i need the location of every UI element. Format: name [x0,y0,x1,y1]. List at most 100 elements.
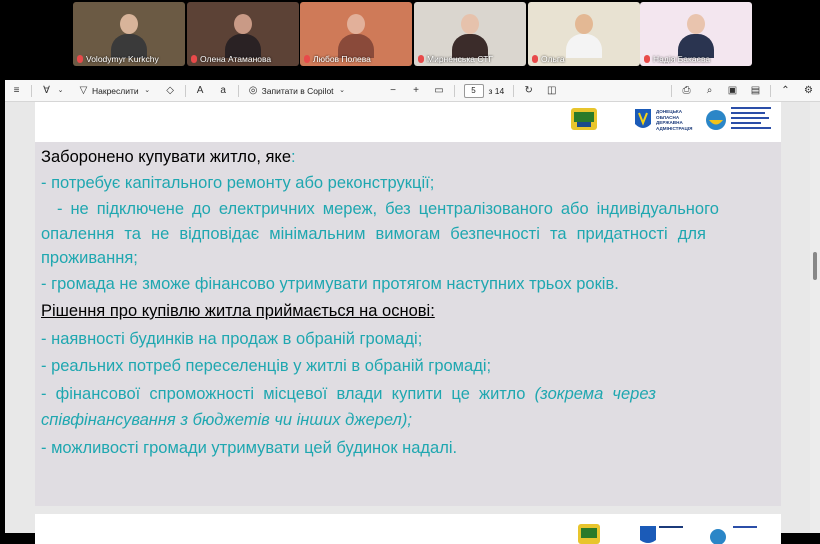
find-icon: ⌕ [706,85,713,96]
participant-head [575,14,593,34]
ukraine-trident-icon [635,109,651,128]
toolbar-divider [237,84,239,97]
donetsk-coat-of-arms-icon [571,108,597,130]
collapse-button[interactable]: ⌃ [774,80,797,102]
draw-button[interactable]: ▽ Накреслити ⌄ [72,80,159,102]
fit-page-icon: ▭ [434,85,444,96]
mic-muted-icon [191,55,197,63]
plus-icon: + [413,85,419,96]
participant-tile[interactable]: Любов Полева [300,2,412,66]
participant-name: Любов Полева [304,54,410,64]
mic-muted-icon [304,55,310,63]
gear-icon: ⚙ [804,85,813,96]
page-navigator: 5 з 14 [458,80,511,102]
participant-video [111,10,147,58]
donetsk-coat-of-arms-icon [578,524,600,544]
zoom-out-button[interactable]: − [382,80,405,102]
participant-video [338,10,374,58]
toolbar-divider [770,84,771,97]
participant-name-label: Олена Атаманова [200,54,272,64]
scrollbar-thumb[interactable] [813,252,817,280]
chevron-icon: ⌃ [781,85,790,96]
slide-content: Заборонено купувати житло, яке: - потреб… [35,142,781,506]
ukraine-trident-icon [640,526,656,543]
fit-page-button[interactable]: ▭ [428,80,451,102]
save-as-button[interactable]: ▤ [744,80,767,102]
pdf-page: ДОНЕЦЬКА ОБЛАСНА ДЕРЖАВНА АДМІНІСТРАЦІЯ … [35,102,781,506]
toolbar-divider [31,84,32,97]
participant-tile[interactable]: Volodymyr Kurkchy [73,2,185,66]
page-view-icon: ◫ [547,85,557,96]
text-size-button[interactable]: A [189,80,212,102]
participant-tile[interactable]: Надія Бакаєва [640,2,752,66]
scrollbar[interactable] [810,102,820,533]
save-icon: ▣ [727,85,738,96]
forbidden-item: - не підключене до електричних мереж, бе… [41,200,719,218]
social-dept-logo-icon [710,529,726,544]
minus-icon: − [390,85,396,96]
decision-item: - фінансової спроможності місцевої влади… [41,385,656,404]
participant-tile[interactable]: Мирненська СТГ [414,2,526,66]
forbidden-item: проживання; [41,249,138,267]
heading-forbidden-colon: : [291,148,296,166]
social-dept-name-line [733,526,757,528]
page-total: з 14 [488,85,505,96]
print-icon: ⎙ [682,85,691,96]
decision-item-italic: (зокрема через [534,385,656,403]
participant-video [225,10,261,58]
participant-tile[interactable]: Ольга [528,2,640,66]
text-size-icon: A [196,85,204,96]
participant-name-label: Ольга [541,54,565,64]
participant-name-label: Volodymyr Kurkchy [86,54,159,64]
draw-label: Накреслити [92,85,139,96]
social-dept-name [731,107,775,133]
hamburger-icon: ≡ [13,85,20,96]
forbidden-item: - потребує капітального ремонту або реко… [41,174,435,192]
save-button[interactable]: ▣ [721,80,744,102]
eraser-button[interactable]: ◇ [159,80,182,102]
highlight-icon: ∀ [43,85,50,96]
menu-button[interactable]: ≡ [5,80,28,102]
pdf-next-page [35,514,781,544]
chevron-down-icon: ⌄ [57,87,64,94]
administration-name: ДОНЕЦЬКА ОБЛАСНА ДЕРЖАВНА АДМІНІСТРАЦІЯ [656,109,693,131]
participant-name-label: Мирненська СТГ [427,54,493,64]
participant-video [452,10,488,58]
settings-button[interactable]: ⚙ [797,80,820,102]
administration-name-line [659,526,683,528]
participant-head [120,14,138,34]
read-aloud-button[interactable]: a [212,80,235,102]
decision-item: - реальних потреб переселенців у житлі в… [41,357,492,375]
toolbar-divider [453,84,455,97]
print-button[interactable]: ⎙ [675,80,698,102]
video-participants-strip: Volodymyr Kurkchy Олена Атаманова Любов По… [0,0,820,78]
decision-item: - наявності будинків на продаж в обраній… [41,330,423,348]
participant-head [687,14,705,34]
copilot-button[interactable]: ◎ Запитати в Copilot ⌄ [242,80,354,102]
slide-header: ДОНЕЦЬКА ОБЛАСНА ДЕРЖАВНА АДМІНІСТРАЦІЯ [35,102,781,142]
participant-name-label: Надія Бакаєва [653,54,711,64]
decision-item-italic-cont: співфінансування з бюджетів чи інших дже… [41,411,412,429]
participant-head [461,14,479,34]
participant-head [234,14,252,34]
mic-muted-icon [77,55,83,63]
save-as-icon: ▤ [750,85,761,96]
decision-item-text: - фінансової спроможності місцевої влади… [41,385,526,403]
participant-head [347,14,365,34]
participant-name: Ольга [532,54,638,64]
mic-muted-icon [644,55,650,63]
copilot-icon: ◎ [248,85,258,96]
participant-tile[interactable]: Олена Атаманова [187,2,299,66]
find-button[interactable]: ⌕ [698,80,721,102]
page-view-button[interactable]: ◫ [540,80,563,102]
social-dept-logo-icon [706,110,726,130]
highlight-button[interactable]: ∀ ⌄ [35,80,72,102]
heading-decision: Рішення про купівлю житла приймається на… [41,302,435,320]
participant-name: Олена Атаманова [191,54,297,64]
rotate-button[interactable]: ↻ [517,80,540,102]
zoom-in-button[interactable]: + [405,80,428,102]
decision-item: - можливості громади утримувати цей буди… [41,439,458,457]
chevron-down-icon: ⌄ [339,87,345,94]
participant-name: Надія Бакаєва [644,54,750,64]
page-number-input[interactable]: 5 [463,83,484,98]
